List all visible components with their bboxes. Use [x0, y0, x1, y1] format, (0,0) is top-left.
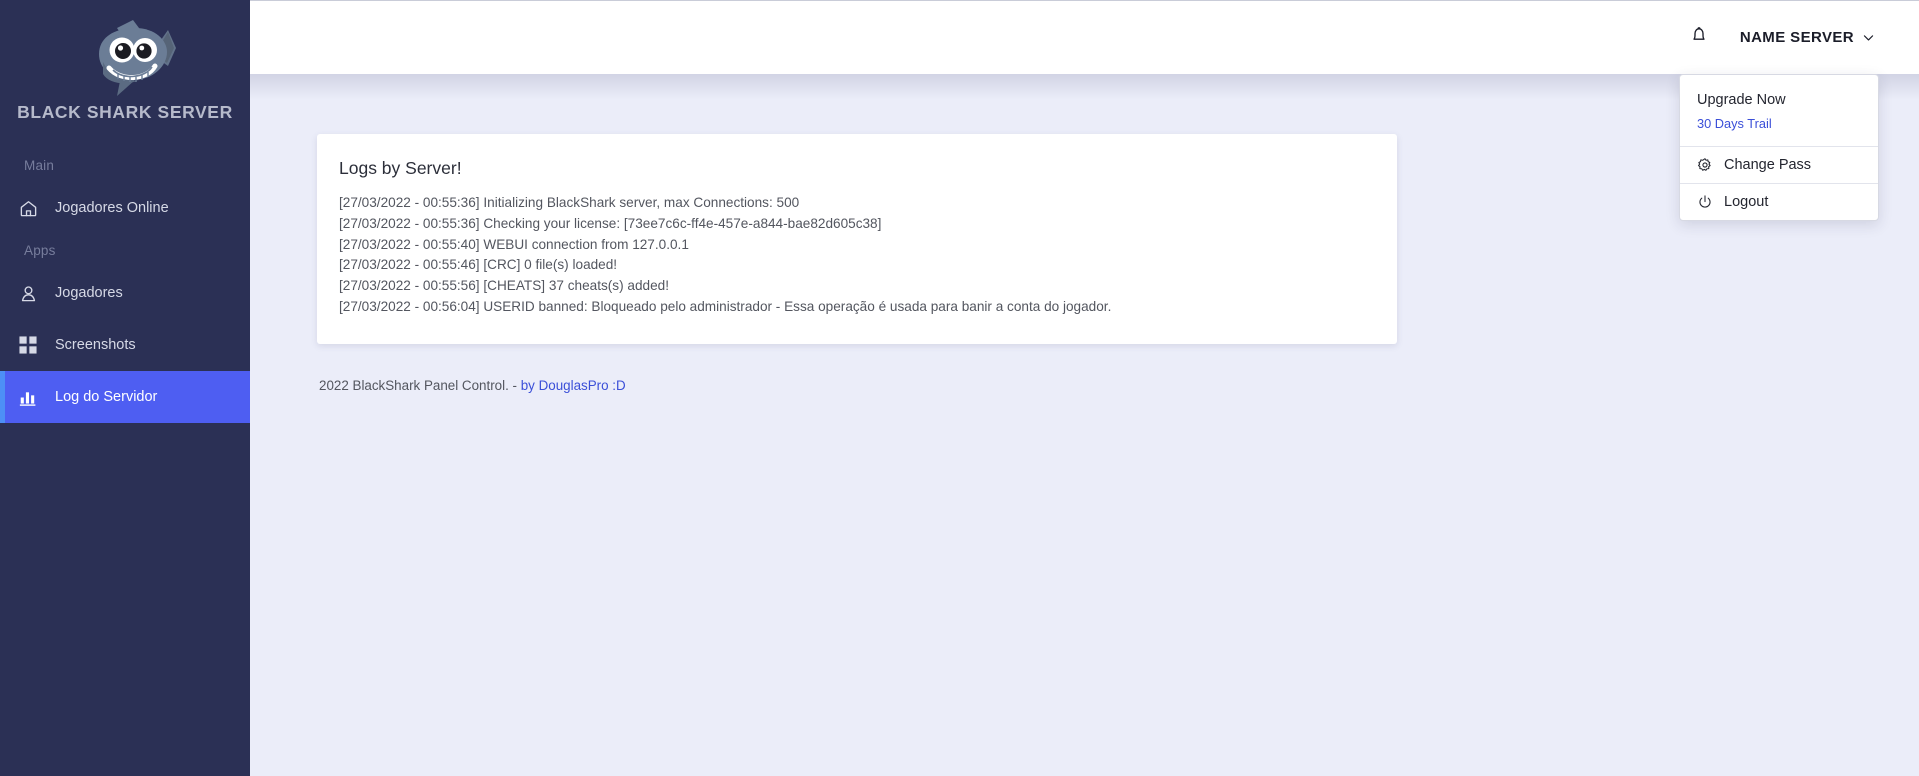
- log-line: [27/03/2022 - 00:55:56] [CHEATS] 37 chea…: [339, 278, 669, 294]
- user-menu-label: NAME SERVER: [1739, 28, 1854, 46]
- sidebar-item-jogadores-online[interactable]: Jogadores Online: [0, 182, 250, 234]
- home-icon: [19, 199, 45, 218]
- grid-icon: [19, 336, 45, 354]
- dropdown-item-logout[interactable]: Logout: [1680, 184, 1878, 220]
- sidebar-item-screenshots[interactable]: Screenshots: [0, 319, 250, 371]
- upgrade-block: Upgrade Now 30 Days Trail: [1680, 75, 1878, 146]
- app-root: BLACK SHARK SERVER Main Jogadores Online…: [0, 0, 1919, 776]
- chevron-down-icon: [1862, 31, 1875, 44]
- user-icon: [19, 284, 45, 303]
- bell-icon: [1689, 25, 1709, 50]
- upgrade-title: Upgrade Now: [1697, 92, 1786, 108]
- brand: BLACK SHARK SERVER: [0, 0, 250, 127]
- page-title: Logs by Server!: [339, 158, 462, 178]
- sidebar-item-label: Screenshots: [55, 337, 136, 353]
- sidebar-item-label: Log do Servidor: [55, 389, 158, 405]
- bar-chart-icon: [19, 388, 45, 407]
- dropdown-item-label: Change Pass: [1724, 156, 1812, 173]
- log-list: [27/03/2022 - 00:55:36] Initializing Bla…: [339, 193, 1375, 318]
- sidebar-item-log-do-servidor[interactable]: Log do Servidor: [0, 371, 250, 423]
- log-line: [27/03/2022 - 00:55:36] Checking your li…: [339, 215, 882, 231]
- footer: 2022 BlackShark Panel Control. - by Doug…: [319, 378, 1919, 393]
- brand-title: BLACK SHARK SERVER: [17, 102, 233, 122]
- user-dropdown-menu: Upgrade Now 30 Days Trail Change Pass Lo…: [1679, 74, 1879, 221]
- dropdown-item-label: Logout: [1724, 193, 1769, 210]
- log-line: [27/03/2022 - 00:55:36] Initializing Bla…: [339, 195, 800, 210]
- power-icon: [1697, 194, 1713, 210]
- footer-text: 2022 BlackShark Panel Control. -: [319, 377, 521, 393]
- sidebar-item-label: Jogadores: [55, 285, 123, 301]
- gear-icon: [1697, 157, 1713, 173]
- footer-author-link[interactable]: by DouglasPro :D: [521, 378, 626, 393]
- content-area: Logs by Server! [27/03/2022 - 00:55:36] …: [250, 74, 1919, 776]
- topbar-top-border: [250, 0, 1919, 1]
- log-line: [27/03/2022 - 00:56:04] USERID banned: B…: [339, 298, 1112, 314]
- sidebar-item-jogadores[interactable]: Jogadores: [0, 267, 250, 319]
- sidebar-item-label: Jogadores Online: [55, 200, 169, 216]
- log-line: [27/03/2022 - 00:55:46] [CRC] 0 file(s) …: [339, 257, 618, 273]
- trial-link[interactable]: 30 Days Trail: [1697, 116, 1861, 131]
- user-menu-button[interactable]: NAME SERVER: [1736, 23, 1879, 52]
- topbar: NAME SERVER: [250, 0, 1919, 100]
- sidebar-nav: Main Jogadores Online Apps Jogadores Scr…: [0, 149, 250, 423]
- sidebar-section-apps: Apps: [24, 243, 56, 258]
- sidebar: BLACK SHARK SERVER Main Jogadores Online…: [0, 0, 250, 776]
- main-column: NAME SERVER Upgrade Now 30 Days Trail Ch…: [250, 0, 1919, 776]
- dropdown-item-change-pass[interactable]: Change Pass: [1680, 147, 1878, 183]
- logs-card: Logs by Server! [27/03/2022 - 00:55:36] …: [317, 134, 1397, 344]
- shark-logo-icon: [0, 14, 250, 102]
- sidebar-section-main: Main: [24, 158, 55, 173]
- notifications-button[interactable]: [1680, 18, 1718, 56]
- log-line: [27/03/2022 - 00:55:40] WEBUI connection…: [339, 236, 689, 252]
